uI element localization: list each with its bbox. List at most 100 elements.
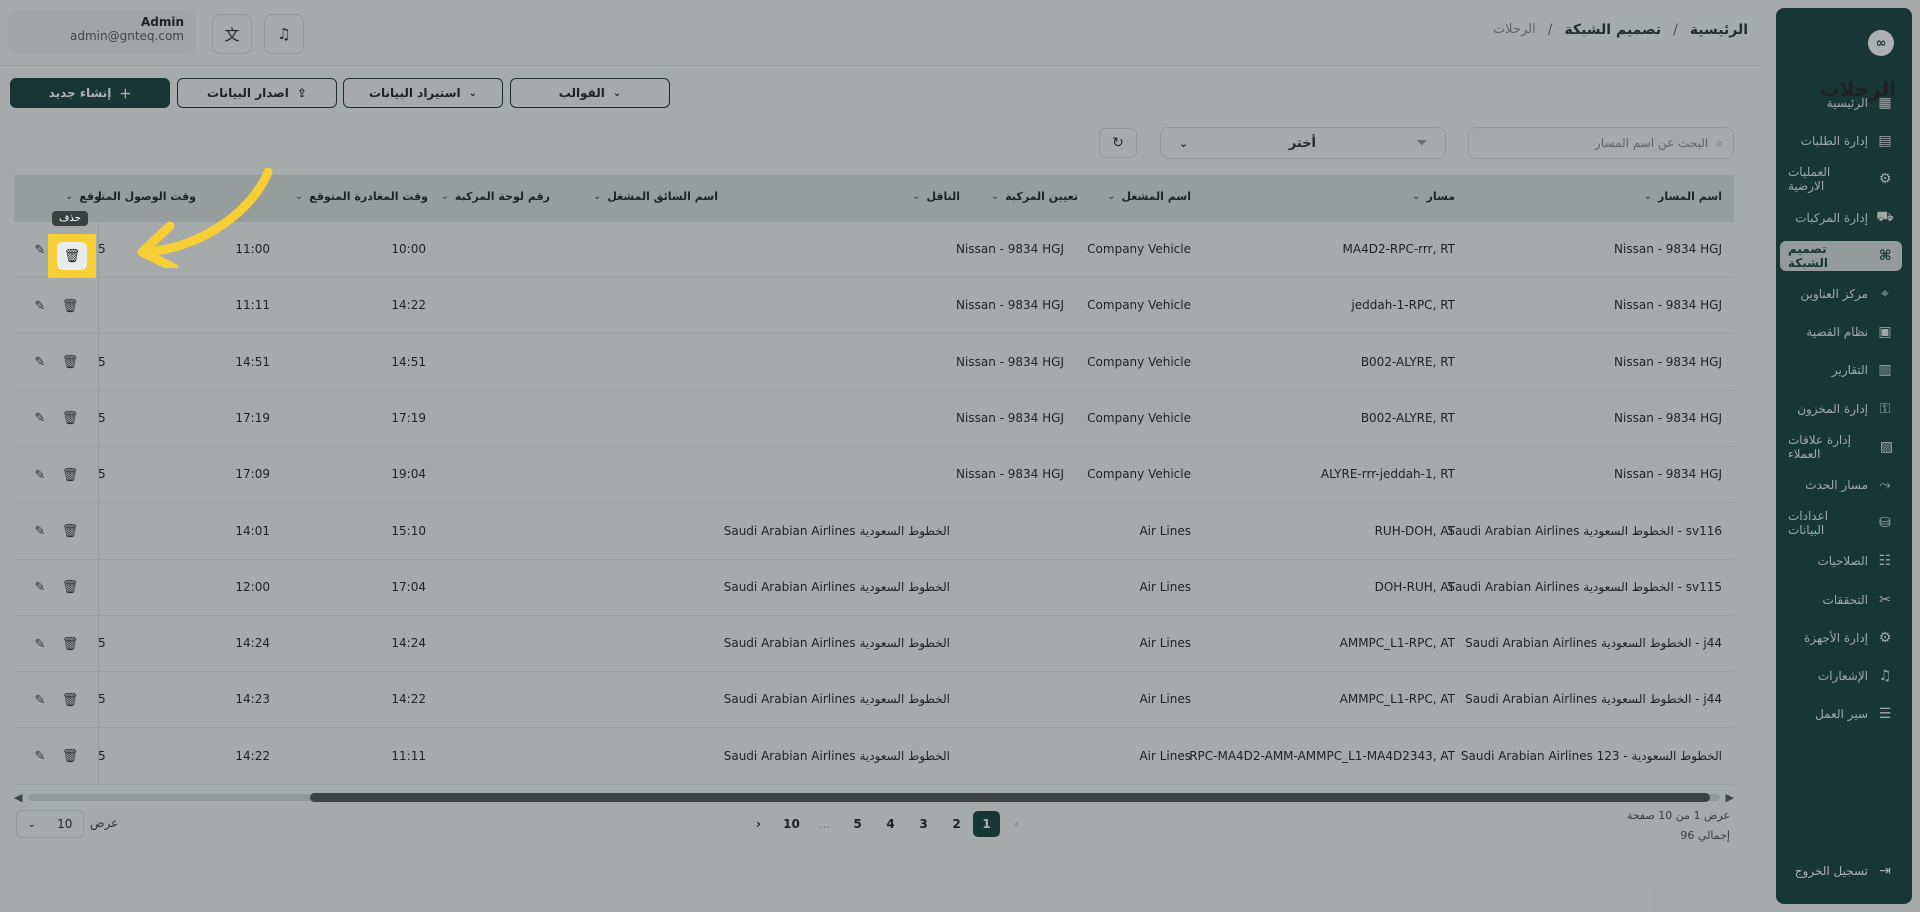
page-button[interactable]: 5 <box>841 811 874 837</box>
pagination-ellipsis[interactable]: ... <box>808 811 841 837</box>
cell-departure: 14:51 <box>391 354 426 369</box>
cell-departure: 17:19 <box>391 410 426 425</box>
breadcrumb-network[interactable]: تصميم الشبكة <box>1564 22 1661 38</box>
sidebar-item[interactable]: ☰ سير العمل <box>1780 699 1902 729</box>
per-page-select[interactable]: ⌄ 10 <box>16 810 84 838</box>
highlighted-delete-button[interactable]: 🗑 <box>48 234 96 278</box>
chevron-down-icon: ⌄ <box>440 191 449 202</box>
th-route-name[interactable]: اسم المسار ⌄ <box>1644 190 1722 203</box>
sidebar-item-label: مركز العناوين <box>1800 287 1868 301</box>
delete-tooltip: حذف <box>52 211 88 226</box>
page-button[interactable]: 1 <box>973 811 1000 837</box>
breadcrumb-home[interactable]: الرئيسية <box>1690 22 1748 38</box>
sidebar-item[interactable]: ▤ إدارة الطلبات <box>1780 126 1902 156</box>
per-page-value: 10 <box>57 817 73 831</box>
edit-icon[interactable]: ✎ <box>26 292 54 320</box>
page-button[interactable]: 3 <box>907 811 940 837</box>
th-vehicle[interactable]: تعيين المركبة ⌄ <box>991 190 1078 203</box>
edit-icon[interactable]: ✎ <box>26 686 54 714</box>
edit-icon[interactable]: ✎ <box>26 630 54 658</box>
cell-route: DOH-RUH, AT <box>1374 579 1455 594</box>
scroll-right-icon[interactable]: ▶ <box>1726 791 1734 804</box>
cell-operator: Company Vehicle <box>1087 242 1191 256</box>
sidebar-item[interactable]: ▣ نظام القضية <box>1780 317 1902 347</box>
trash-icon[interactable]: 🗑 <box>56 630 84 658</box>
page-button[interactable]: 2 <box>940 811 973 837</box>
sidebar-item[interactable]: ⌘ تصميم الشبكة <box>1780 240 1902 271</box>
import-button[interactable]: استيراد البيانات ⌄ <box>343 78 503 108</box>
sidebar-item[interactable]: ⌖ مركز العناوين <box>1780 279 1902 309</box>
trash-icon[interactable]: 🗑 <box>56 292 84 320</box>
notifications-button[interactable]: ♫ <box>264 14 304 54</box>
sidebar-item[interactable]: ⚙ العمليات الارضية <box>1780 164 1902 194</box>
sidebar-item[interactable]: ▨ إدارة علاقات العملاء <box>1780 432 1902 462</box>
user-menu[interactable]: Admin admin@gnteq.com <box>8 10 196 54</box>
edit-icon[interactable]: ✎ <box>26 405 54 433</box>
table-row[interactable]: Saudi Arabian Airlines الخطوط السعودية -… <box>14 616 1734 673</box>
next-page-icon[interactable]: › <box>742 811 775 837</box>
filter-value: أختر <box>1288 135 1317 151</box>
page-button[interactable]: 10 <box>775 811 808 837</box>
cell-carrier: Saudi Arabian Airlines الخطوط السعودية <box>723 748 950 763</box>
sidebar-item[interactable]: ⛁ اعدادات البيانات <box>1780 508 1902 538</box>
table-row[interactable]: Nissan - 9834 HGJ jeddah-1-RPC, RT Company… <box>14 278 1734 335</box>
cell-vehicle: Nissan - 9834 HGJ <box>956 410 1064 425</box>
logout-button[interactable]: ⇥ تسجيل الخروج <box>1795 862 1894 880</box>
horizontal-scrollbar[interactable]: ◀ ▶ <box>14 790 1734 804</box>
sidebar-item[interactable]: ⚿ إدارة المخزون <box>1780 394 1902 424</box>
cell-route-name: Saudi Arabian Airlines الخطوط السعودية -… <box>1447 579 1722 594</box>
sidebar-item[interactable]: ⛟ إدارة المركبات <box>1780 203 1902 233</box>
table-row[interactable]: Saudi Arabian Airlines الخطوط السعودية -… <box>14 559 1734 616</box>
chevron-down-icon: ⌄ <box>1412 191 1421 202</box>
scroll-thumb[interactable] <box>310 793 1710 802</box>
import-label: استيراد البيانات <box>368 86 461 100</box>
table-row[interactable]: Saudi Arabian Airlines الخطوط السعودية -… <box>14 728 1734 785</box>
edit-icon[interactable]: ✎ <box>26 518 54 546</box>
trash-icon[interactable]: 🗑 <box>56 461 84 489</box>
edit-icon[interactable]: ✎ <box>26 743 54 771</box>
trash-icon[interactable]: 🗑 <box>56 405 84 433</box>
search-input[interactable]: ⌕ البحث عن اسم المسار <box>1468 127 1734 159</box>
cell-operator: Air Lines <box>1139 523 1191 538</box>
th-carrier[interactable]: الناقل ⌄ <box>912 190 960 203</box>
verify-icon: ✂ <box>1879 591 1891 608</box>
sidebar-item[interactable]: ⚙ إدارة الأجهزة <box>1780 623 1902 653</box>
templates-button[interactable]: القوالب ⌄ <box>510 78 670 108</box>
table-row[interactable]: Nissan - 9834 HGJ ALYRE-rrr-jeddah-1, RT C… <box>14 447 1734 504</box>
prev-page-icon[interactable]: ‹ <box>1000 811 1033 837</box>
th-route[interactable]: مسار ⌄ <box>1412 190 1455 203</box>
scroll-left-icon[interactable]: ◀ <box>14 791 22 804</box>
table-row[interactable]: Saudi Arabian Airlines الخطوط السعودية -… <box>14 503 1734 560</box>
table-row[interactable]: Nissan - 9834 HGJ B002-ALYRE, RT Company V… <box>14 334 1734 391</box>
edit-icon[interactable]: ✎ <box>26 461 54 489</box>
th-label: اسم السائق المشغل <box>607 190 718 203</box>
trash-icon[interactable]: 🗑 <box>56 743 84 771</box>
page-button[interactable]: 4 <box>874 811 907 837</box>
sidebar-item[interactable]: ☷ الصلاحيات <box>1780 546 1902 576</box>
create-new-button[interactable]: إنشاء جديد ＋ <box>10 78 170 108</box>
sidebar-item[interactable]: ✂ التحققات <box>1780 585 1902 615</box>
edit-icon[interactable]: ✎ <box>26 349 54 377</box>
filter-select[interactable]: ⌄ أختر ⏷ <box>1160 127 1446 159</box>
sidebar-item[interactable]: ▥ التقارير <box>1780 355 1902 385</box>
sidebar-item[interactable]: ♫ الإشعارات <box>1780 661 1902 691</box>
table-row[interactable]: Saudi Arabian Airlines الخطوط السعودية -… <box>14 672 1734 729</box>
th-departure[interactable]: وقت المغادرة المتوقع ⌄ <box>295 190 428 203</box>
cell-operator: Air Lines <box>1139 748 1191 763</box>
th-plate[interactable]: رقم لوحة المركبة ⌄ <box>440 190 550 203</box>
sidebar-item[interactable]: ⤳ مسار الحدث <box>1780 470 1902 500</box>
language-button[interactable]: 文 <box>212 14 252 54</box>
trash-icon[interactable]: 🗑 <box>56 349 84 377</box>
export-button[interactable]: اصدار البيانات ⇪ <box>177 78 337 108</box>
trash-icon[interactable]: 🗑 <box>56 574 84 602</box>
trash-icon[interactable]: 🗑 <box>56 518 84 546</box>
edit-icon[interactable]: ✎ <box>26 574 54 602</box>
th-operator[interactable]: اسم المشغل ⌄ <box>1107 190 1191 203</box>
sidebar-item-label: مسار الحدث <box>1805 478 1868 492</box>
trash-icon[interactable]: 🗑 <box>56 686 84 714</box>
table-row[interactable]: Nissan - 9834 HGJ B002-ALYRE, RT Company V… <box>14 390 1734 447</box>
sidebar-item-label: إدارة المخزون <box>1797 401 1868 416</box>
refresh-button[interactable]: ↻ <box>1099 128 1137 158</box>
th-driver[interactable]: اسم السائق المشغل ⌄ <box>593 190 718 203</box>
sidebar-item-label: العمليات الارضية <box>1788 165 1831 194</box>
